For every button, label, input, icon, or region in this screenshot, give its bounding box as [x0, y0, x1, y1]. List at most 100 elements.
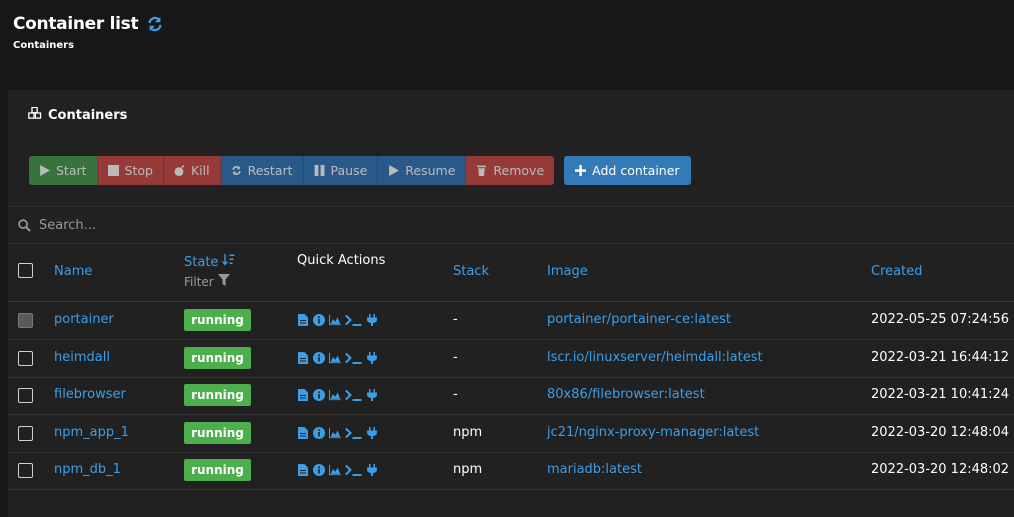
pause-button[interactable]: Pause: [303, 156, 379, 185]
stats-icon[interactable]: [329, 427, 341, 439]
created-cell: 2022-03-20 12:48:02: [871, 462, 1010, 477]
plug-icon[interactable]: [366, 464, 378, 476]
file-icon[interactable]: [297, 464, 309, 476]
sort-icon: [222, 254, 236, 270]
start-button-label: Start: [56, 163, 87, 178]
status-badge: running: [184, 309, 251, 331]
containers-panel: Containers Start Stop Kill Restart Pause: [8, 90, 1014, 517]
info-icon[interactable]: [313, 351, 325, 364]
add-container-label: Add container: [592, 163, 680, 178]
table-header: Name State Filter Quick Actions Stack Im…: [8, 243, 1014, 302]
stop-button[interactable]: Stop: [97, 156, 164, 185]
restart-button[interactable]: Restart: [220, 156, 304, 185]
stats-icon[interactable]: [329, 464, 341, 476]
page-title: Container list: [13, 14, 139, 34]
info-icon[interactable]: [313, 464, 325, 476]
pause-button-label: Pause: [330, 163, 368, 178]
toolbar: Start Stop Kill Restart Pause Resume Rem…: [29, 156, 691, 185]
trash-icon: [477, 165, 487, 176]
column-name[interactable]: Name: [54, 264, 92, 279]
plus-icon: [575, 165, 587, 176]
refresh-icon[interactable]: [146, 15, 164, 33]
status-badge: running: [184, 459, 251, 481]
kill-button-label: Kill: [190, 163, 210, 178]
image-link[interactable]: lscr.io/linuxserver/heimdall:latest: [547, 350, 763, 365]
stack-cell: npm: [453, 462, 483, 477]
plug-icon[interactable]: [366, 314, 378, 326]
console-icon[interactable]: [345, 427, 362, 439]
plug-icon[interactable]: [366, 426, 378, 439]
stats-icon[interactable]: [329, 352, 341, 364]
row-checkbox[interactable]: [18, 313, 33, 328]
quick-actions: [297, 464, 378, 476]
container-name-link[interactable]: npm_app_1: [54, 425, 129, 440]
quick-actions: [297, 389, 378, 401]
start-button[interactable]: Start: [29, 156, 98, 185]
file-icon[interactable]: [297, 314, 309, 326]
image-link[interactable]: mariadb:latest: [547, 462, 642, 477]
column-state-label: State: [184, 254, 219, 270]
table-row: heimdall running - lscr.io/linuxserver/heim…: [8, 340, 1014, 378]
page-header: Container list Containers: [13, 14, 164, 51]
stack-cell: npm: [453, 424, 483, 440]
console-icon[interactable]: [345, 352, 362, 364]
pause-icon: [314, 165, 324, 176]
image-link[interactable]: jc21/nginx-proxy-manager:latest: [547, 425, 759, 440]
add-container-button[interactable]: Add container: [564, 156, 691, 185]
column-state[interactable]: State: [184, 254, 236, 270]
filter-icon: [217, 274, 230, 289]
stats-icon[interactable]: [329, 314, 341, 326]
quick-actions: [297, 314, 378, 326]
container-name-link[interactable]: portainer: [54, 312, 114, 327]
plug-icon[interactable]: [366, 351, 378, 364]
status-badge: running: [184, 346, 251, 369]
info-icon[interactable]: [313, 314, 325, 326]
action-button-group: Start Stop Kill Restart Pause Resume Rem…: [29, 156, 555, 185]
table-row: portainer running - portainer/portainer-ce:…: [8, 302, 1014, 340]
remove-button-label: Remove: [493, 163, 545, 178]
file-icon[interactable]: [297, 426, 309, 439]
plug-icon[interactable]: [366, 389, 378, 401]
resume-button[interactable]: Resume: [378, 156, 467, 185]
stats-icon[interactable]: [329, 389, 341, 401]
search-icon: [18, 218, 31, 232]
info-icon[interactable]: [313, 426, 325, 439]
file-icon[interactable]: [297, 351, 309, 364]
bomb-icon: [174, 165, 185, 176]
row-checkbox[interactable]: [18, 388, 33, 403]
file-icon[interactable]: [297, 389, 309, 401]
console-icon[interactable]: [345, 464, 362, 476]
row-checkbox[interactable]: [18, 463, 33, 478]
search-input[interactable]: [37, 216, 441, 234]
image-link[interactable]: 80x86/filebrowser:latest: [547, 387, 705, 402]
console-icon[interactable]: [345, 314, 362, 326]
state-filter[interactable]: Filter: [184, 274, 230, 289]
created-cell: 2022-05-25 07:24:56: [871, 312, 1010, 327]
container-name-link[interactable]: heimdall: [54, 350, 110, 365]
stack-cell: -: [453, 312, 458, 327]
column-image[interactable]: Image: [547, 264, 588, 279]
container-name-link[interactable]: npm_db_1: [54, 462, 121, 477]
created-cell: 2022-03-21 10:41:24: [871, 387, 1010, 402]
status-badge: running: [184, 421, 251, 444]
column-created[interactable]: Created: [871, 264, 922, 279]
panel-title-label: Containers: [48, 107, 128, 123]
remove-button[interactable]: Remove: [466, 156, 555, 185]
container-name-link[interactable]: filebrowser: [54, 387, 126, 402]
table-row: npm_app_1 running npm jc21/nginx-proxy-mana…: [8, 415, 1014, 453]
row-checkbox[interactable]: [18, 425, 33, 441]
select-all-checkbox[interactable]: [18, 263, 33, 278]
console-icon[interactable]: [345, 389, 362, 401]
stack-cell: -: [453, 349, 458, 365]
image-link[interactable]: portainer/portainer-ce:latest: [547, 312, 731, 327]
created-cell: 2022-03-21 16:44:12: [871, 349, 1010, 365]
row-checkbox[interactable]: [18, 350, 33, 366]
kill-button[interactable]: Kill: [163, 156, 221, 185]
info-icon[interactable]: [313, 389, 325, 401]
play-icon: [40, 165, 50, 176]
stop-button-label: Stop: [124, 163, 153, 178]
restart-button-label: Restart: [247, 163, 293, 178]
stack-cell: -: [453, 387, 458, 402]
refresh-icon: [231, 166, 241, 175]
column-stack[interactable]: Stack: [453, 264, 489, 279]
